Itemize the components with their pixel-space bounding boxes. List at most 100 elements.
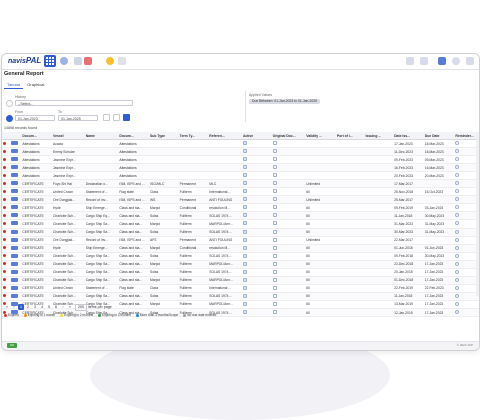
document-icon[interactable] bbox=[11, 285, 19, 290]
daterange-radio[interactable] bbox=[6, 115, 13, 122]
table-row[interactable]: CERTIFICATE Ore Dongjiak... Record of Inv.… bbox=[2, 195, 479, 205]
screen-icon[interactable] bbox=[406, 57, 414, 65]
active-checkbox[interactable] bbox=[242, 253, 247, 258]
original-checkbox[interactable] bbox=[272, 181, 277, 186]
column-header[interactable]: Referen... bbox=[208, 132, 242, 140]
table-row[interactable]: CERTIFICATE Charlotte Sch... Cargo Ship Sa… bbox=[2, 260, 479, 269]
table-row[interactable]: CERTIFICATE United Crown Statement of ... F… bbox=[2, 187, 479, 197]
applied-filter-chip[interactable]: Due Between: 01-Jan-2023 to 01-Jan-2025 bbox=[249, 99, 321, 104]
original-checkbox[interactable] bbox=[272, 253, 277, 258]
document-icon[interactable] bbox=[11, 253, 19, 258]
document-icon[interactable] bbox=[11, 213, 19, 218]
active-checkbox[interactable] bbox=[242, 157, 247, 162]
active-checkbox[interactable] bbox=[242, 213, 247, 218]
original-checkbox[interactable] bbox=[272, 141, 277, 146]
apps-grid-icon[interactable] bbox=[44, 55, 56, 67]
table-row[interactable]: Attestations Jasmine Expr... Attestations 1… bbox=[2, 163, 479, 173]
document-icon[interactable] bbox=[11, 237, 19, 242]
document-icon[interactable] bbox=[11, 173, 19, 178]
active-checkbox[interactable] bbox=[242, 229, 247, 234]
column-header[interactable]: Validity ... bbox=[305, 132, 336, 140]
active-checkbox[interactable] bbox=[242, 149, 247, 154]
ok-button[interactable]: OK bbox=[7, 343, 17, 348]
last-page-button[interactable]: » bbox=[67, 304, 73, 310]
document-icon[interactable] bbox=[11, 165, 19, 170]
original-checkbox[interactable] bbox=[272, 293, 277, 298]
reminder-icon[interactable] bbox=[455, 237, 460, 242]
history-radio[interactable] bbox=[6, 100, 13, 107]
table-row[interactable]: Attestations Emmy Schulze Attestations 11-D… bbox=[2, 147, 479, 157]
reminder-icon[interactable] bbox=[455, 213, 460, 218]
document-icon[interactable] bbox=[11, 141, 19, 146]
original-checkbox[interactable] bbox=[272, 269, 277, 274]
reminder-icon[interactable] bbox=[455, 293, 460, 298]
document-icon[interactable] bbox=[11, 229, 19, 234]
table-row[interactable]: Attestations Jasmine Expr... Attestations 0… bbox=[2, 155, 479, 165]
tool-icon[interactable] bbox=[74, 57, 82, 65]
page-number-button[interactable]: 5 bbox=[46, 304, 52, 310]
active-checkbox[interactable] bbox=[242, 293, 247, 298]
calendar-icon[interactable] bbox=[103, 114, 110, 121]
document-icon[interactable] bbox=[11, 197, 19, 202]
reminder-icon[interactable] bbox=[455, 189, 460, 194]
column-header[interactable]: Name bbox=[84, 132, 119, 140]
table-row[interactable]: CERTIFICATE Hyde Ship Emerge... Class and s… bbox=[2, 244, 479, 253]
alert-icon[interactable] bbox=[106, 57, 114, 65]
menu-icon[interactable] bbox=[466, 57, 474, 65]
table-row[interactable]: CERTIFICATE Charlotte Sch... Cargo Ship Sa… bbox=[2, 268, 479, 277]
active-checkbox[interactable] bbox=[242, 205, 247, 210]
table-row[interactable]: Attestations Acacia Attestations 17-Jan-202… bbox=[2, 139, 479, 149]
table-row[interactable]: CERTIFICATE Charlotte Sch... Cargo Ship Sa… bbox=[2, 276, 479, 285]
column-header[interactable]: Date Iss... bbox=[393, 132, 424, 140]
column-header[interactable]: Docum... bbox=[21, 132, 53, 140]
table-row[interactable]: CERTIFICATE Charlotte Sch... Cargo Ship Sa… bbox=[2, 292, 479, 301]
tab-tabular[interactable]: Tabular bbox=[4, 81, 24, 89]
active-checkbox[interactable] bbox=[242, 221, 247, 226]
page-number-button[interactable]: 4 bbox=[39, 304, 45, 310]
next-page-button[interactable]: › bbox=[60, 304, 66, 310]
reminder-icon[interactable] bbox=[455, 141, 460, 146]
original-checkbox[interactable] bbox=[272, 189, 277, 194]
original-checkbox[interactable] bbox=[272, 213, 277, 218]
document-icon[interactable] bbox=[11, 221, 19, 226]
reminder-icon[interactable] bbox=[455, 197, 460, 202]
reminder-icon[interactable] bbox=[455, 285, 460, 290]
active-checkbox[interactable] bbox=[242, 181, 247, 186]
reminder-icon[interactable] bbox=[455, 181, 460, 186]
page-size-select[interactable]: 200 bbox=[75, 303, 87, 311]
reminder-icon[interactable] bbox=[455, 277, 460, 282]
reminder-icon[interactable] bbox=[455, 245, 460, 250]
document-icon[interactable] bbox=[11, 149, 19, 154]
document-icon[interactable] bbox=[11, 277, 19, 282]
active-checkbox[interactable] bbox=[242, 237, 247, 242]
reminder-icon[interactable] bbox=[455, 253, 460, 258]
table-row[interactable]: CERTIFICATE Charlotte Sch... Cargo Ship Sa… bbox=[2, 252, 479, 261]
document-icon[interactable] bbox=[11, 245, 19, 250]
active-checkbox[interactable] bbox=[242, 165, 247, 170]
column-header[interactable]: Docum... bbox=[118, 132, 150, 140]
refresh-icon[interactable] bbox=[113, 114, 120, 121]
table-row[interactable]: CERTIFICATE Hyde Ship Emerge... Class and s… bbox=[2, 203, 479, 213]
column-header[interactable]: Port of I... bbox=[335, 132, 365, 140]
reminder-icon[interactable] bbox=[455, 157, 460, 162]
active-checkbox[interactable] bbox=[242, 189, 247, 194]
from-date-input[interactable]: 01-Jan-2023 bbox=[15, 115, 55, 121]
user-icon[interactable] bbox=[452, 57, 460, 65]
reminder-icon[interactable] bbox=[455, 269, 460, 274]
document-icon[interactable] bbox=[11, 261, 19, 266]
history-select[interactable]: --Select-- bbox=[15, 100, 133, 106]
table-row[interactable]: Attestations Jasmine Expr... Attestations 2… bbox=[2, 171, 479, 181]
column-header[interactable]: Vessel bbox=[52, 132, 85, 140]
page-number-button[interactable]: 6 bbox=[53, 304, 59, 310]
page-number-button[interactable]: 2 bbox=[25, 304, 31, 310]
document-icon[interactable] bbox=[11, 157, 19, 162]
prev-page-button[interactable]: ‹ bbox=[11, 304, 17, 310]
reminder-icon[interactable] bbox=[455, 149, 460, 154]
vessel-icon[interactable] bbox=[84, 57, 92, 65]
column-header[interactable]: Original Doc... bbox=[271, 132, 306, 140]
first-page-button[interactable]: « bbox=[4, 304, 10, 310]
column-header[interactable]: Term Ty... bbox=[178, 132, 209, 140]
document-icon[interactable] bbox=[11, 269, 19, 274]
original-checkbox[interactable] bbox=[272, 205, 277, 210]
reminder-icon[interactable] bbox=[455, 173, 460, 178]
